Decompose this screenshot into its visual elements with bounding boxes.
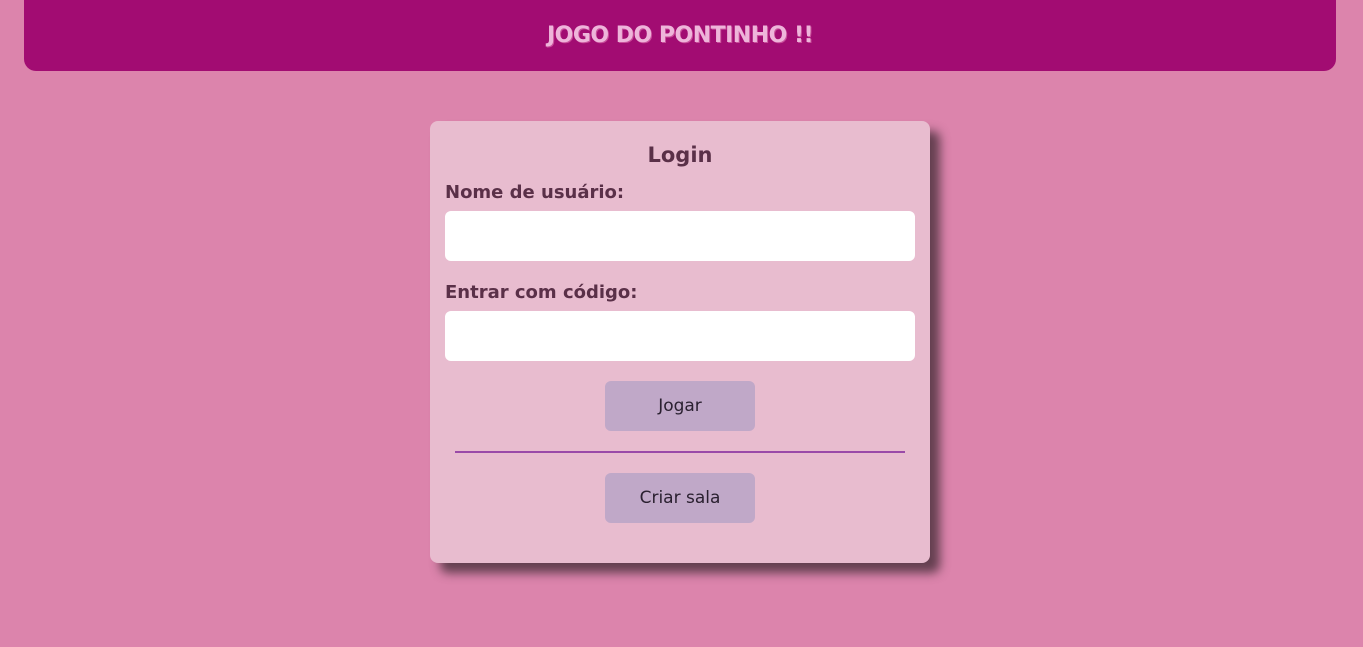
divider [455,451,905,453]
create-room-button[interactable]: Criar sala [605,473,755,523]
room-code-input[interactable] [445,311,915,361]
username-label: Nome de usuário: [445,182,625,203]
username-input[interactable] [445,211,915,261]
room-code-label: Entrar com código: [445,282,638,303]
app-title: JOGO DO PONTINHO !! [546,23,814,48]
play-button[interactable]: Jogar [605,381,755,431]
page-header: JOGO DO PONTINHO !! [24,0,1336,71]
login-card: Login Nome de usuário: Entrar com código… [430,121,930,563]
login-title: Login [647,143,713,167]
